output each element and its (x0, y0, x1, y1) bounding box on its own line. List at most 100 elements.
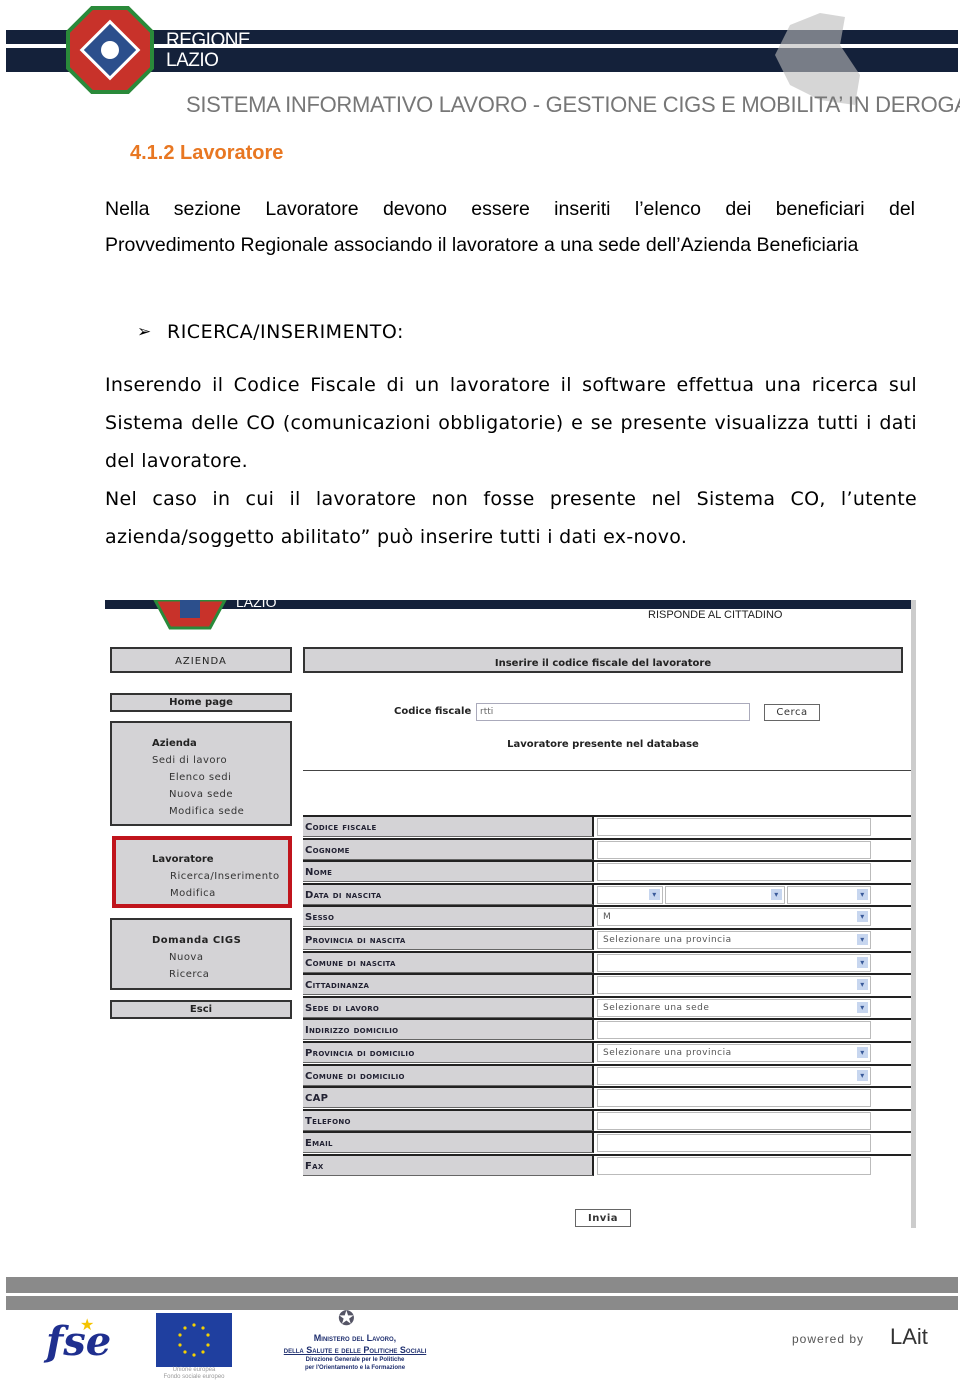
chevron-down-icon[interactable]: ▾ (857, 1001, 868, 1013)
field-label: Comune di nascita (303, 952, 594, 973)
form-row: Indirizzo domicilio (303, 1018, 911, 1041)
field-label: Provincia di domicilio (303, 1043, 594, 1063)
cf-input[interactable]: rtti (476, 703, 750, 721)
menu-ricerca[interactable]: Ricerca (152, 966, 290, 983)
field-label: Sesso (303, 907, 594, 928)
lait-logo: LAit (890, 1324, 928, 1349)
date-select-day[interactable]: ▾ (597, 885, 663, 904)
chevron-down-icon[interactable]: ▾ (857, 888, 868, 900)
fse-logo: fse (46, 1318, 112, 1365)
menu-sedi-di-lavoro[interactable]: Sedi di lavoro (152, 752, 290, 769)
menu-modifica-sede[interactable]: Modifica sede (152, 803, 290, 820)
field-label: Provincia di nascita (303, 930, 594, 950)
cerca-button[interactable]: Cerca (764, 704, 820, 721)
app-banner-text: LAZIO (236, 594, 277, 610)
menu-ricerca-inserimento[interactable]: Ricerca/Inserimento (152, 868, 288, 885)
menu-elenco-sedi[interactable]: Elenco sedi (152, 769, 290, 786)
form-row: Cognome (303, 837, 911, 860)
domanda-menu: Domanda CIGS Nuova Ricerca (110, 918, 292, 990)
menu-nuova-sede[interactable]: Nuova sede (152, 786, 290, 803)
section-heading: 4.1.2 Lavoratore (130, 142, 284, 164)
chevron-down-icon[interactable]: ▾ (857, 911, 868, 923)
form-row: Codice fiscale (303, 815, 911, 837)
field-input[interactable] (597, 1157, 871, 1175)
chevron-down-icon[interactable]: ▾ (857, 934, 868, 945)
field-value: Selezionare una provincia (603, 1048, 732, 1058)
menu-azienda[interactable]: Azienda (152, 735, 290, 752)
footer-band-bottom (6, 1296, 958, 1310)
ministry-line-4: per l'Orientamento e la Formazione (304, 1365, 406, 1371)
field-select[interactable]: ▾ (597, 1066, 871, 1085)
intro-line-2: Provvedimento Regionale associando il la… (105, 234, 859, 256)
field-select[interactable]: ▾ (597, 976, 871, 995)
form-row: Cittadinanza ▾ (303, 973, 911, 996)
chevron-down-icon[interactable]: ▾ (649, 888, 660, 900)
azienda-menu: Azienda Sedi di lavoro Elenco sedi Nuova… (110, 721, 292, 826)
logo-text-regione: REGIONE (166, 30, 251, 51)
form-row: Provincia di domicilio Selezionare una pr… (303, 1041, 911, 1063)
paragraph-2: Nel caso in cui il lavoratore non fosse … (105, 488, 917, 548)
field-label: Cittadinanza (303, 975, 594, 996)
field-select[interactable]: Selezionare una provincia ▾ (597, 1044, 871, 1062)
field-label: Nome (303, 862, 594, 883)
home-page-link[interactable]: Home page (110, 693, 292, 712)
form-row: Sesso M ▾ (303, 905, 911, 928)
invia-button[interactable]: Invia (575, 1209, 631, 1227)
bullet-label: RICERCA/INSERIMENTO: (167, 321, 404, 343)
ministry-line-1: Ministero del Lavoro, (313, 1333, 397, 1343)
star-icon: ★ (80, 1317, 95, 1334)
field-label: Comune di domicilio (303, 1065, 594, 1086)
field-value: M (603, 912, 612, 923)
chevron-down-icon[interactable]: ▾ (857, 1069, 868, 1081)
chevron-down-icon[interactable]: ▾ (857, 1047, 868, 1058)
form-row: Telefono (303, 1108, 911, 1131)
ministry-line-2: della Salute e delle Politiche Sociali (283, 1345, 427, 1355)
lavoratore-menu-highlighted: Lavoratore Ricerca/Inserimento Modifica (112, 836, 292, 908)
republic-emblem-icon: ✪ (338, 1308, 355, 1330)
menu-domanda-cigs[interactable]: Domanda CIGS (152, 932, 290, 949)
date-of-birth-selects[interactable]: ▾ ▾ ▾ (597, 885, 871, 904)
regione-lazio-logo (66, 6, 154, 94)
form-row: Fax (303, 1154, 911, 1176)
field-select[interactable]: Selezionare una sede ▾ (597, 998, 871, 1017)
azienda-header: AZIENDA (110, 647, 292, 673)
eu-caption-1: Unione europea (172, 1367, 216, 1373)
date-select-month[interactable]: ▾ (665, 885, 785, 904)
field-input[interactable] (597, 1021, 871, 1040)
form-row: Provincia di nascita Selezionare una prov… (303, 928, 911, 950)
field-input[interactable] (597, 840, 871, 859)
arrow-bullet-icon: ➢ (137, 322, 152, 341)
field-input[interactable] (597, 1089, 871, 1108)
field-label: Sede di lavoro (303, 997, 594, 1018)
field-input[interactable] (597, 818, 871, 836)
footer-band-top (6, 1277, 958, 1293)
menu-lavoratore[interactable]: Lavoratore (152, 851, 288, 868)
date-select-year[interactable]: ▾ (787, 885, 871, 904)
field-value: Selezionare una provincia (603, 935, 732, 945)
chevron-down-icon[interactable]: ▾ (857, 979, 868, 991)
field-select[interactable]: Selezionare una provincia ▾ (597, 931, 871, 949)
form-row: CAP (303, 1086, 911, 1109)
powered-by: powered by (792, 1332, 865, 1346)
field-input[interactable] (597, 1134, 871, 1153)
field-input[interactable] (597, 863, 871, 882)
intro-line-1: Nella sezione Lavoratore devono essere i… (105, 198, 915, 220)
menu-nuova[interactable]: Nuova (152, 949, 290, 966)
eu-caption: Unione europea Fondo sociale europeo (156, 1367, 232, 1381)
field-label: Data di nascita (303, 884, 594, 905)
app-tagline: RISPONDE AL CITTADINO (648, 609, 783, 621)
chevron-down-icon[interactable]: ▾ (771, 888, 782, 900)
menu-modifica[interactable]: Modifica (152, 885, 288, 902)
field-select[interactable]: ▾ (597, 953, 871, 972)
scrollbar[interactable] (911, 600, 916, 1228)
form-row: Nome (303, 860, 911, 883)
field-select[interactable]: M ▾ (597, 908, 871, 927)
esci-link[interactable]: Esci (110, 1000, 292, 1019)
cf-label: Codice fiscale (394, 706, 472, 717)
app-logo (153, 600, 227, 630)
field-label: Telefono (303, 1110, 594, 1131)
form-row: Comune di nascita ▾ (303, 950, 911, 973)
field-input[interactable] (597, 1111, 871, 1130)
header-subtitle: SISTEMA INFORMATIVO LAVORO - GESTIONE CI… (186, 92, 960, 117)
chevron-down-icon[interactable]: ▾ (857, 956, 868, 968)
